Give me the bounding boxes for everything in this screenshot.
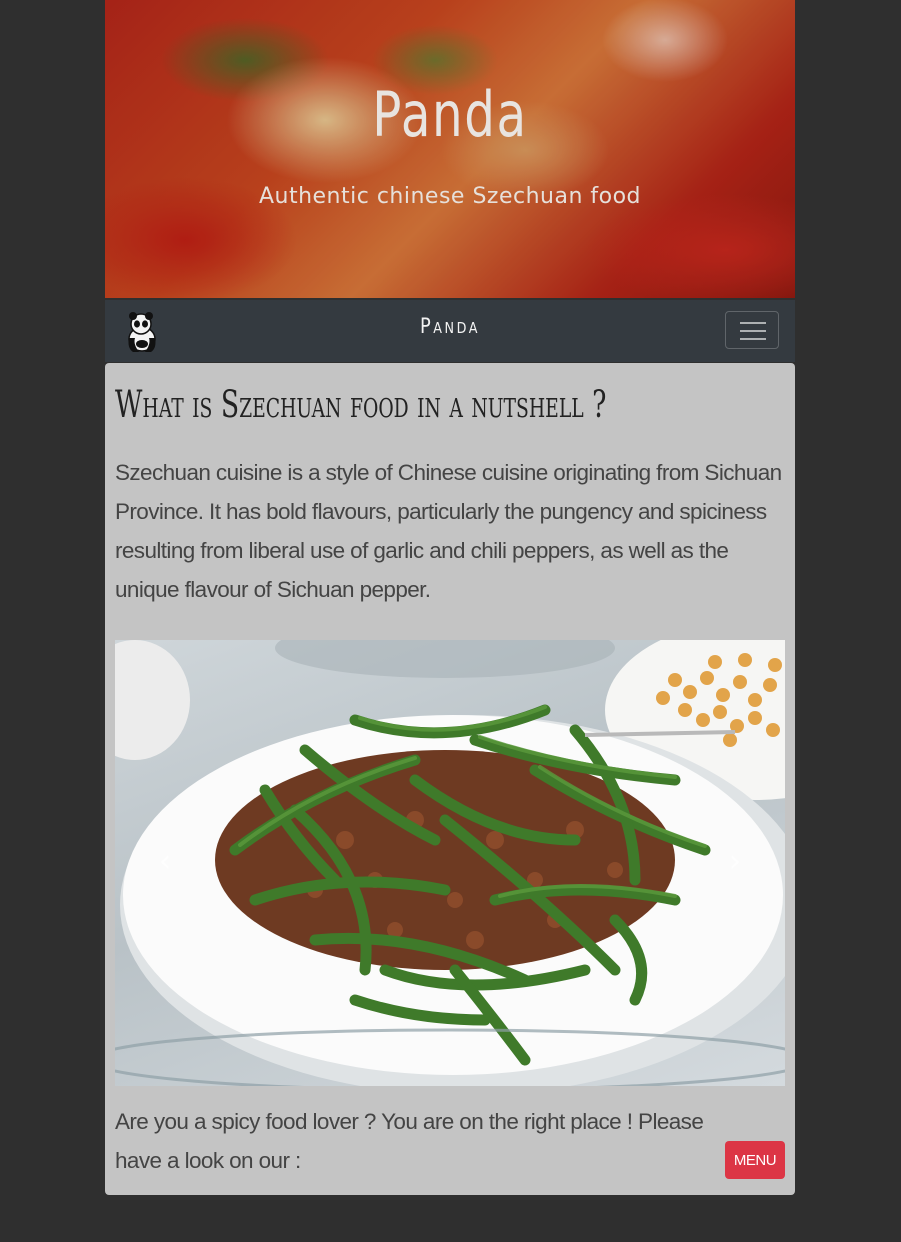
- main-container: Panda Authentic chinese Szechuan food Pa…: [105, 0, 795, 1195]
- hero-banner: Panda Authentic chinese Szechuan food: [105, 0, 795, 298]
- hamburger-line: [740, 338, 766, 340]
- hamburger-line: [740, 322, 766, 324]
- navbar: Panda: [105, 300, 795, 362]
- menu-button[interactable]: MENU: [725, 1141, 785, 1179]
- page: Panda Authentic chinese Szechuan food Pa…: [0, 0, 901, 1242]
- food-carousel[interactable]: ‹ ›: [115, 640, 785, 1086]
- hero-title: Panda: [372, 78, 528, 151]
- hamburger-menu-icon[interactable]: [725, 311, 779, 349]
- hero-subtitle: Authentic chinese Szechuan food: [258, 184, 642, 209]
- menu-prompt-text: Are you a spicy food lover ? You are on …: [115, 1109, 704, 1173]
- hamburger-line: [740, 330, 766, 332]
- navbar-brand[interactable]: Panda: [157, 314, 744, 338]
- dish-photo: [115, 640, 785, 1086]
- section-text: Szechuan cuisine is a style of Chinese c…: [115, 460, 782, 602]
- section-title: What is Szechuan food in a nutshell ?: [115, 383, 607, 426]
- chevron-left-icon[interactable]: ‹: [145, 840, 185, 884]
- chevron-right-icon[interactable]: ›: [715, 840, 755, 884]
- content-card: What is Szechuan food in a nutshell ? Sz…: [105, 363, 795, 1195]
